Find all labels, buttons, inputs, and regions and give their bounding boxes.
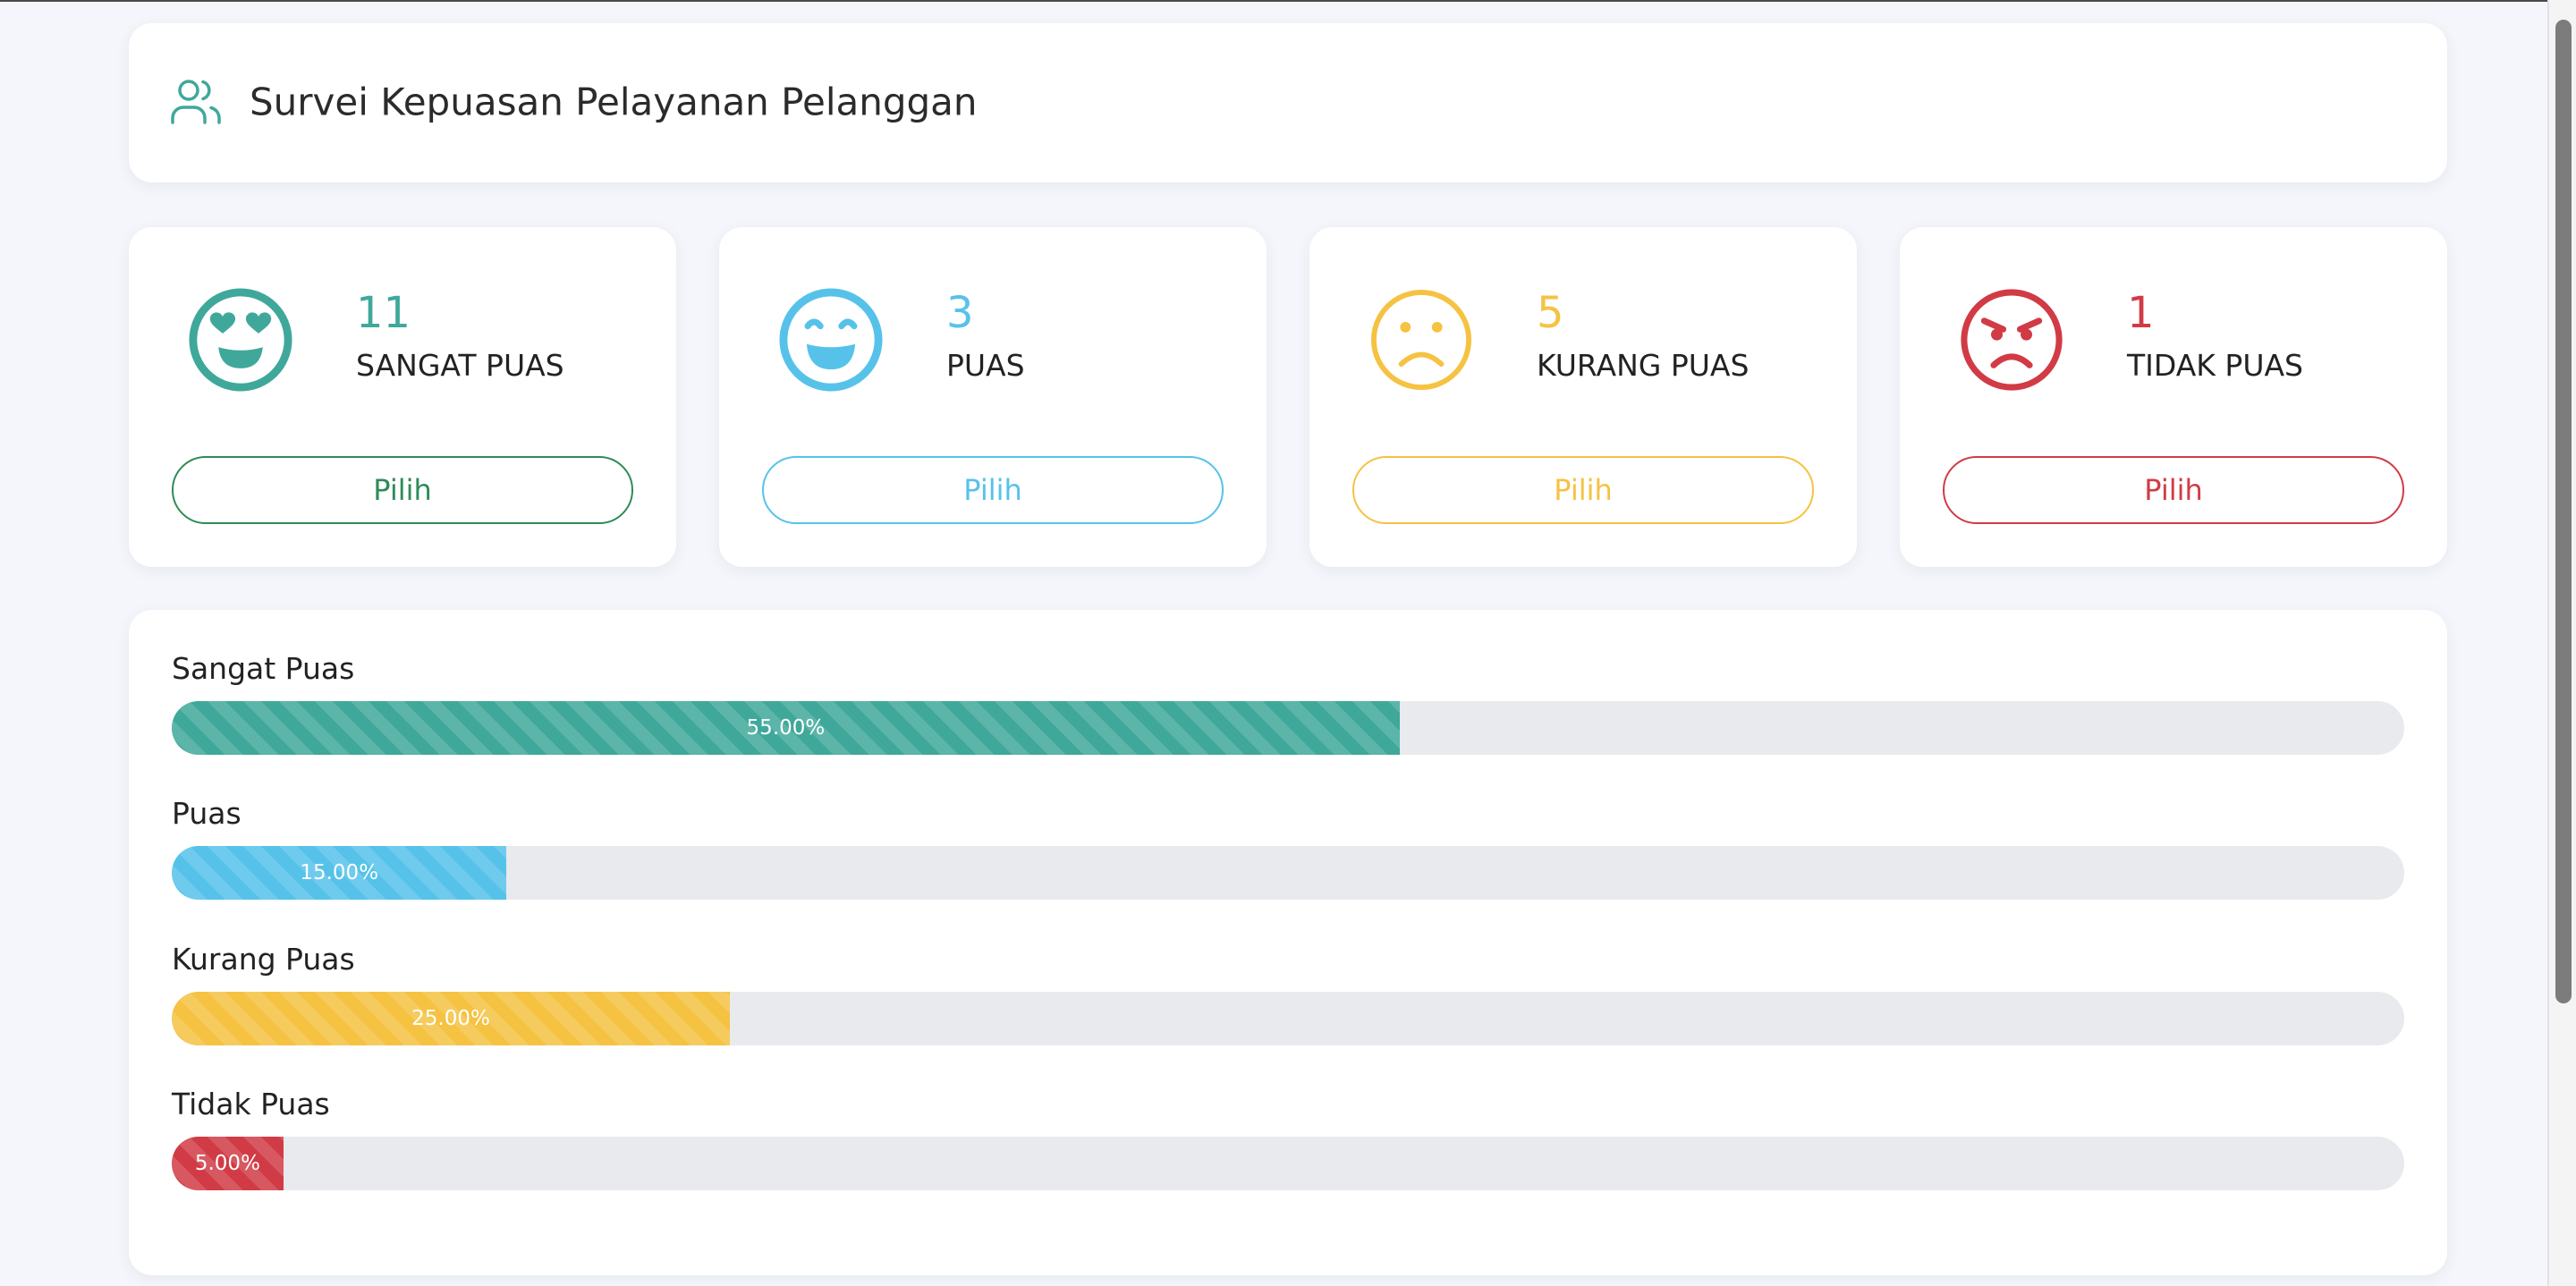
progress-percent-text: 55.00% [746,716,826,740]
users-icon [171,80,221,124]
rating-card-kurang-puas: 5 KURANG PUAS Pilih [1309,227,1857,567]
progress-track-puas: 15.00% [172,846,2404,900]
scrollbar-thumb[interactable] [2555,20,2572,1003]
rating-count: 3 [946,288,974,338]
grinning-face-icon [779,288,883,392]
rating-label: TIDAK PUAS [2127,348,2304,383]
rating-label: SANGAT PUAS [356,348,564,383]
progress-track-tidak-puas: 5.00% [172,1137,2404,1190]
progress-card: Sangat Puas 55.00% Puas 15.00% Kurang Pu… [129,610,2447,1275]
heart-eyes-face-icon [189,288,292,392]
rating-card-sangat-puas: 11 SANGAT PUAS Pilih [129,227,676,567]
progress-fill-kurang-puas: 25.00% [172,992,730,1045]
progress-label-tidak-puas: Tidak Puas [172,1087,330,1121]
rating-card-puas: 3 PUAS Pilih [719,227,1267,567]
progress-percent-text: 25.00% [411,1007,490,1030]
progress-fill-tidak-puas: 5.00% [172,1137,284,1190]
progress-percent-text: 15.00% [300,861,379,884]
rating-count: 5 [1537,288,1564,338]
rating-count: 11 [356,288,411,338]
progress-label-kurang-puas: Kurang Puas [172,942,355,977]
window-top-border [0,0,2576,2]
rating-card-tidak-puas: 1 TIDAK PUAS Pilih [1900,227,2447,567]
progress-track-sangat-puas: 55.00% [172,701,2404,755]
page-scrollbar[interactable] [2547,0,2576,1286]
pilih-button-sangat-puas[interactable]: Pilih [172,456,633,524]
rating-count: 1 [2127,288,2155,338]
header-card: Survei Kepuasan Pelayanan Pelanggan [129,23,2447,182]
rating-label: PUAS [946,348,1025,383]
progress-track-kurang-puas: 25.00% [172,992,2404,1045]
progress-percent-text: 5.00% [194,1152,260,1175]
angry-face-icon [1961,289,2063,391]
progress-label-sangat-puas: Sangat Puas [172,651,355,686]
pilih-button-kurang-puas[interactable]: Pilih [1352,456,1814,524]
pilih-button-tidak-puas[interactable]: Pilih [1943,456,2404,524]
pilih-button-puas[interactable]: Pilih [762,456,1224,524]
progress-fill-sangat-puas: 55.00% [172,701,1400,755]
page-title: Survei Kepuasan Pelayanan Pelanggan [250,80,978,124]
frowning-face-icon [1370,289,1472,391]
progress-label-puas: Puas [172,796,242,831]
rating-label: KURANG PUAS [1537,348,1750,383]
progress-fill-puas: 15.00% [172,846,507,900]
